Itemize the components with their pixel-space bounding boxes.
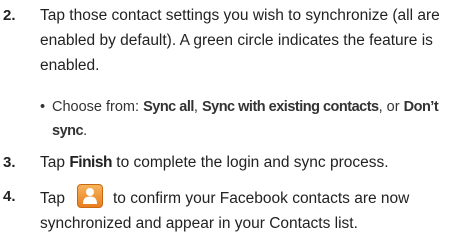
bullet-text: Choose from: Sync all, Sync with existin… <box>52 95 462 143</box>
separator: , or <box>378 99 404 115</box>
step-text: Tap those contact settings you wish to s… <box>40 7 440 74</box>
step-2: 2. Tap those contact settings you wish t… <box>0 3 472 78</box>
bullet-intro: Choose from: <box>52 99 144 115</box>
sync-options-bullet: • Choose from: Sync all, Sync with exist… <box>40 95 470 139</box>
step-4: 4. Tap to confirm your Facebook contacts … <box>0 184 472 236</box>
step-text-post: to complete the login and sync process. <box>111 154 389 171</box>
step-number: 2. <box>3 7 16 24</box>
step-number: 4. <box>3 188 16 205</box>
step-text-pre: Tap <box>40 154 70 171</box>
finish-label: Finish <box>69 154 112 171</box>
step-text: Tap Finish to complete the login and syn… <box>40 150 470 175</box>
contacts-icon <box>77 184 103 208</box>
step-number: 3. <box>3 154 16 171</box>
option-sync-all: Sync all <box>143 99 194 115</box>
step-text: Tap to confirm your Facebook contacts are… <box>40 184 470 236</box>
step-3: 3. Tap Finish to complete the login and … <box>0 150 472 175</box>
step-text-pre: Tap <box>40 190 65 207</box>
separator: , <box>193 99 202 115</box>
option-sync-existing: Sync with existing contacts <box>201 99 379 115</box>
period: . <box>83 123 88 139</box>
